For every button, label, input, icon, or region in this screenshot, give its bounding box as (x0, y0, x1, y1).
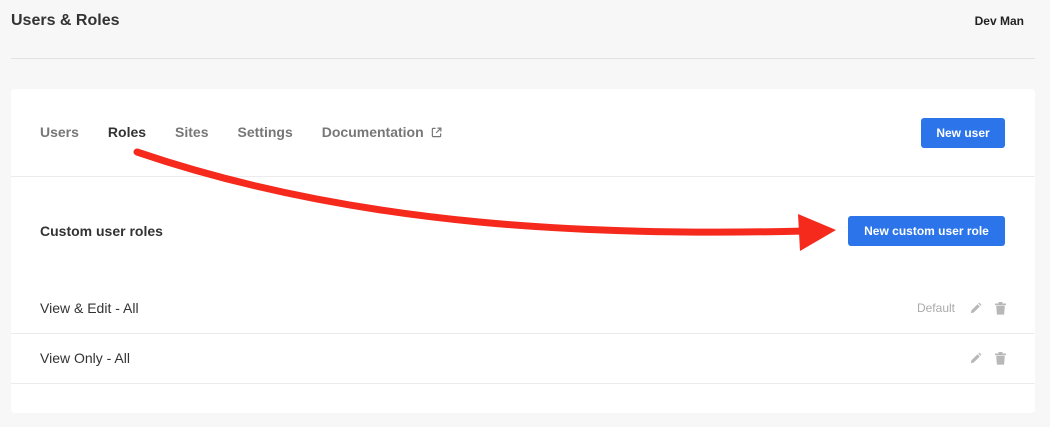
tab-sites-label: Sites (175, 124, 209, 140)
header-divider (11, 176, 1035, 177)
top-bar: Users & Roles Dev Man (0, 0, 1050, 60)
section-title: Custom user roles (40, 223, 163, 239)
pencil-icon[interactable] (969, 352, 982, 365)
roles-card: Users Roles Sites Settings Documentation… (11, 89, 1035, 413)
tab-roles[interactable]: Roles (108, 124, 146, 140)
tab-settings[interactable]: Settings (238, 124, 293, 140)
tab-sites[interactable]: Sites (175, 124, 208, 140)
page-title: Users & Roles (11, 12, 120, 29)
role-name: View Only - All (40, 350, 130, 366)
role-actions (969, 351, 1006, 365)
tab-documentation[interactable]: Documentation (322, 124, 442, 140)
external-link-icon (431, 127, 442, 138)
pencil-icon[interactable] (969, 302, 982, 315)
tab-settings-label: Settings (237, 124, 293, 140)
new-user-button[interactable]: New user (921, 118, 1005, 148)
tab-roles-label: Roles (107, 124, 147, 140)
row-divider (11, 383, 1035, 384)
tab-documentation-label: Documentation (321, 124, 424, 140)
top-divider (11, 58, 1035, 59)
trash-icon[interactable] (995, 351, 1006, 365)
tab-bar: Users Roles Sites Settings Documentation (40, 124, 471, 140)
role-row[interactable]: View & Edit - All Default (40, 284, 1006, 332)
role-row[interactable]: View Only - All (40, 334, 1006, 382)
role-name: View & Edit - All (40, 300, 139, 316)
tab-users-label: Users (40, 124, 79, 140)
default-badge: Default (916, 301, 955, 315)
role-actions: Default (917, 301, 1006, 315)
trash-icon[interactable] (995, 301, 1006, 315)
tab-users[interactable]: Users (40, 124, 79, 140)
current-user-name[interactable]: Dev Man (975, 14, 1024, 28)
new-custom-role-button[interactable]: New custom user role (848, 216, 1005, 246)
